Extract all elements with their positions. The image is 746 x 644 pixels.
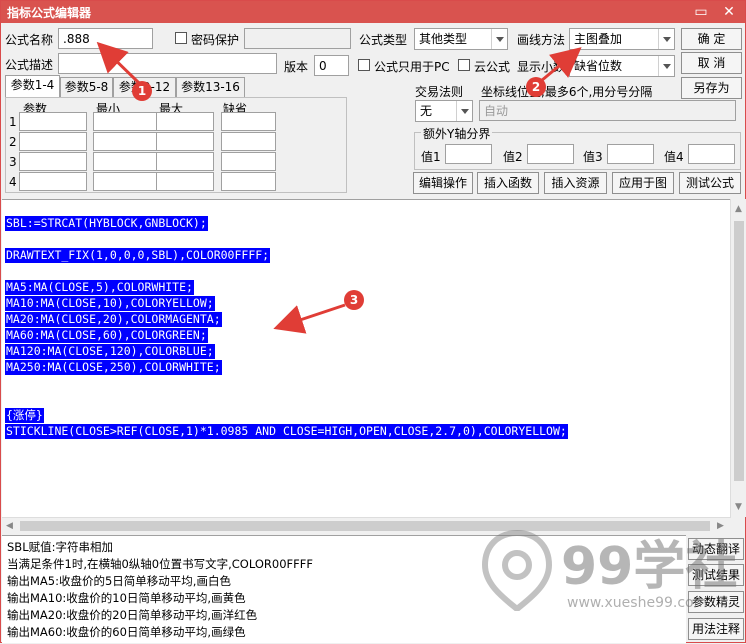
annotation-arrow-1	[96, 41, 141, 85]
annotation-arrow-2	[540, 47, 582, 83]
annotation-badge-1: 1	[132, 81, 152, 101]
annotation-arrows	[96, 41, 582, 334]
formula-editor-window: 指标公式编辑器 ▭ ✕ 公式名称 .888 密码保护 公式类型 其他类型 画线方…	[0, 0, 746, 643]
annotation-badge-2: 2	[526, 77, 546, 97]
annotation-arrow-3	[273, 303, 346, 334]
annotation-badge-3: 3	[344, 290, 364, 310]
